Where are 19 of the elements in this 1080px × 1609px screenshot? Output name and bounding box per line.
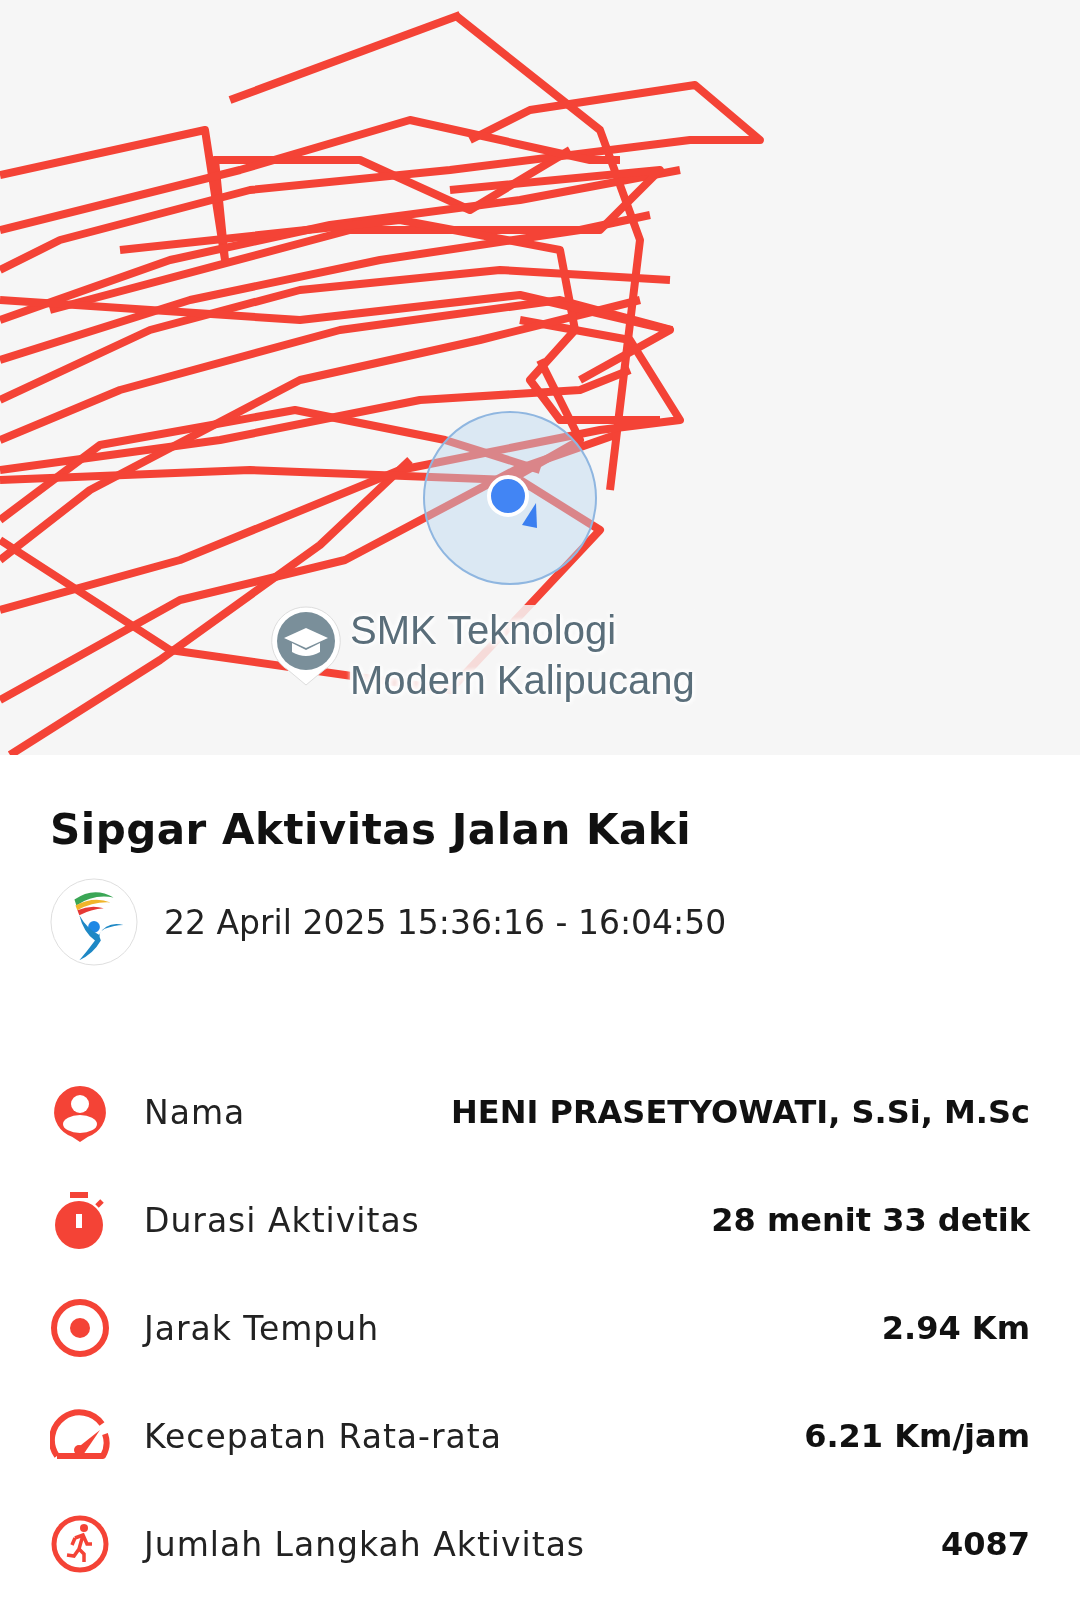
running-person-icon	[50, 1514, 110, 1574]
school-pin-icon[interactable]	[270, 605, 342, 687]
stat-label: Durasi Aktivitas	[144, 1200, 420, 1240]
stat-label: Kecepatan Rata-rata	[144, 1416, 502, 1456]
stat-value: HENI PRASETYOWATI, S.Si, M.Sc	[451, 1093, 1030, 1131]
target-icon	[50, 1298, 110, 1358]
stat-value: 6.21 Km/jam	[804, 1417, 1030, 1455]
stat-value: 4087	[940, 1525, 1030, 1563]
location-marker-icon	[420, 408, 600, 588]
place-label: Modern Kalipucang	[350, 657, 695, 704]
activity-title: Sipgar Aktivitas Jalan Kaki	[50, 805, 693, 854]
place-label: SMK Teknologi	[350, 607, 618, 654]
stat-label: Jarak Tempuh	[144, 1308, 380, 1348]
activity-datetime: 22 April 2025 15:36:16 - 16:04:50	[164, 902, 727, 942]
logo-icon	[50, 878, 138, 966]
stat-value: 28 menit 33 detik	[711, 1201, 1030, 1239]
stat-value: 2.94 Km	[881, 1309, 1030, 1347]
stat-label: Nama	[144, 1092, 246, 1132]
stat-label: Jumlah Langkah Aktivitas	[144, 1524, 586, 1564]
